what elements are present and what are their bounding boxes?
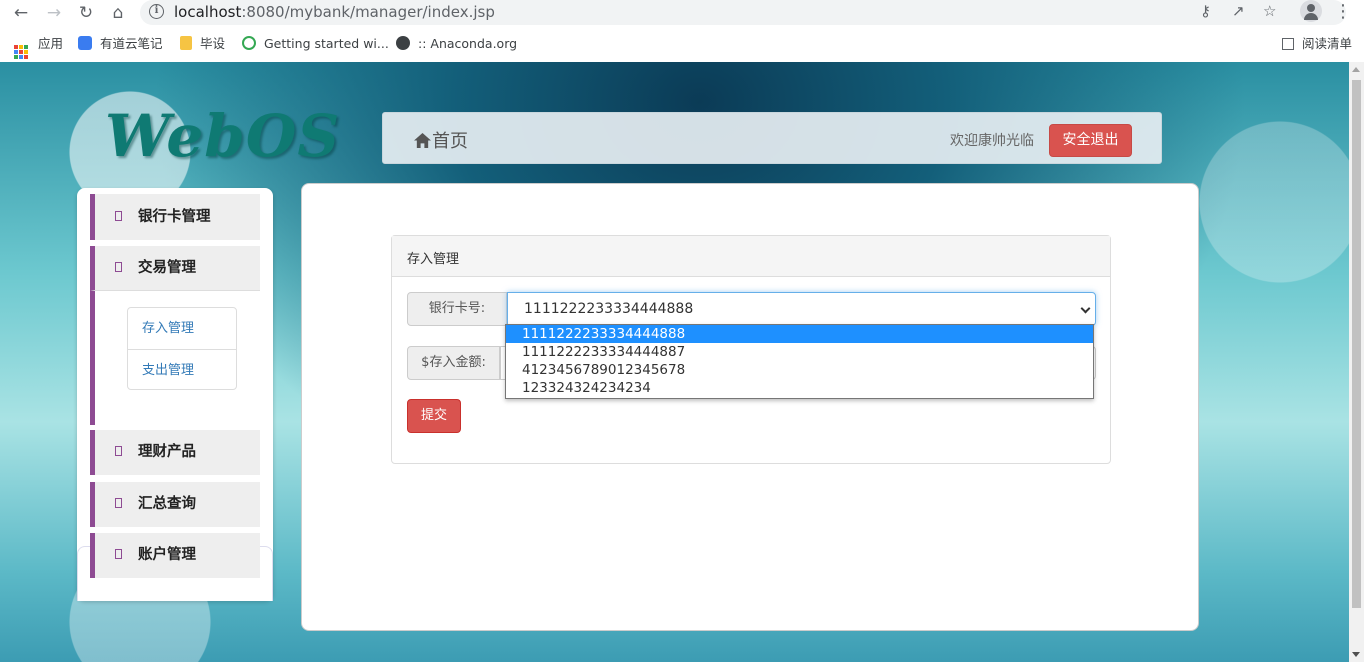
- url-text[interactable]: localhost:8080/mybank/manager/index.jsp: [174, 3, 495, 21]
- key-icon[interactable]: ⚷: [1200, 2, 1211, 20]
- bookmark-folder[interactable]: 毕设: [180, 35, 225, 53]
- browser-toolbar: ← → ↻ ⌂ i localhost:8080/mybank/manager/…: [0, 0, 1364, 26]
- sidebar-item-transaction-management[interactable]: 交易管理: [90, 246, 260, 291]
- back-icon[interactable]: ←: [10, 2, 32, 24]
- bookmarks-bar: 应用 有道云笔记 毕设 Getting started wi... :: Ana…: [0, 30, 1364, 60]
- chevron-down-icon: [1080, 303, 1091, 314]
- sidebar-item-financial-products[interactable]: 理财产品: [90, 430, 260, 475]
- apps-grid-icon: [14, 45, 28, 59]
- square-icon: [115, 498, 122, 508]
- top-header: 首页 欢迎康帅光临 安全退出: [382, 112, 1162, 164]
- square-icon: [115, 262, 122, 272]
- sidebar-item-summary-query[interactable]: 汇总查询: [90, 482, 260, 527]
- card-option[interactable]: 4123456789012345678: [506, 361, 1093, 379]
- profile-avatar-icon[interactable]: [1300, 0, 1322, 22]
- folder-icon: [180, 36, 192, 50]
- star-icon[interactable]: ☆: [1263, 2, 1276, 20]
- card-number-label: 银行卡号:: [407, 292, 507, 326]
- square-icon: [115, 211, 122, 221]
- reading-list[interactable]: 阅读清单: [1282, 35, 1352, 53]
- submenu-withdraw[interactable]: 支出管理: [128, 349, 236, 390]
- site-info-icon[interactable]: i: [149, 4, 164, 19]
- webos-logo: WebOS: [105, 102, 341, 170]
- welcome-text: 欢迎康帅光临: [950, 133, 1034, 149]
- panel-title: 存入管理: [392, 236, 1110, 277]
- share-icon[interactable]: ↗: [1232, 2, 1245, 20]
- card-option[interactable]: 1111222233334444888: [506, 325, 1093, 343]
- card-number-select[interactable]: 1111222233334444888: [507, 292, 1096, 326]
- bookmark-getting-started[interactable]: Getting started wi...: [242, 35, 389, 53]
- amount-label: $存入金额:: [407, 346, 500, 380]
- scroll-up-icon[interactable]: [1352, 67, 1360, 72]
- address-bar[interactable]: i localhost:8080/mybank/manager/index.js…: [140, 0, 1346, 25]
- submenu-deposit[interactable]: 存入管理: [128, 308, 236, 349]
- reload-icon[interactable]: ↻: [75, 2, 97, 24]
- globe-icon: [396, 36, 410, 50]
- home-browser-icon[interactable]: ⌂: [107, 2, 129, 24]
- submenu-list: 存入管理 支出管理: [127, 307, 237, 390]
- scroll-thumb[interactable]: [1352, 80, 1361, 608]
- logout-button[interactable]: 安全退出: [1049, 124, 1132, 157]
- scroll-down-icon[interactable]: [1352, 652, 1360, 657]
- home-link[interactable]: 首页: [413, 127, 468, 153]
- bookmark-apps[interactable]: 应用: [14, 35, 63, 59]
- card-option[interactable]: 1111222233334444887: [506, 343, 1093, 361]
- bookmark-youdao[interactable]: 有道云笔记: [78, 35, 163, 53]
- card-option[interactable]: 123324324234234: [506, 379, 1093, 397]
- forward-icon[interactable]: →: [43, 2, 65, 24]
- sidebar-item-account-management[interactable]: 账户管理: [90, 533, 260, 578]
- bookmark-anaconda[interactable]: :: Anaconda.org: [396, 35, 517, 53]
- main-content: 存入管理 银行卡号: 1111222233334444888 $存入金额: 提交: [301, 183, 1199, 631]
- reading-list-icon: [1282, 38, 1294, 50]
- sidebar-item-card-management[interactable]: 银行卡管理: [90, 194, 260, 240]
- card-number-dropdown: 1111222233334444888 1111222233334444887 …: [505, 324, 1094, 399]
- square-icon: [115, 446, 122, 456]
- youdao-icon: [78, 36, 92, 50]
- square-icon: [115, 549, 122, 559]
- android-studio-icon: [242, 36, 256, 50]
- submit-button[interactable]: 提交: [407, 399, 461, 433]
- browser-menu-icon[interactable]: ⋮: [1334, 0, 1352, 24]
- transaction-submenu: 存入管理 支出管理: [90, 291, 260, 425]
- home-icon: [414, 132, 431, 149]
- page-scrollbar[interactable]: [1349, 62, 1364, 662]
